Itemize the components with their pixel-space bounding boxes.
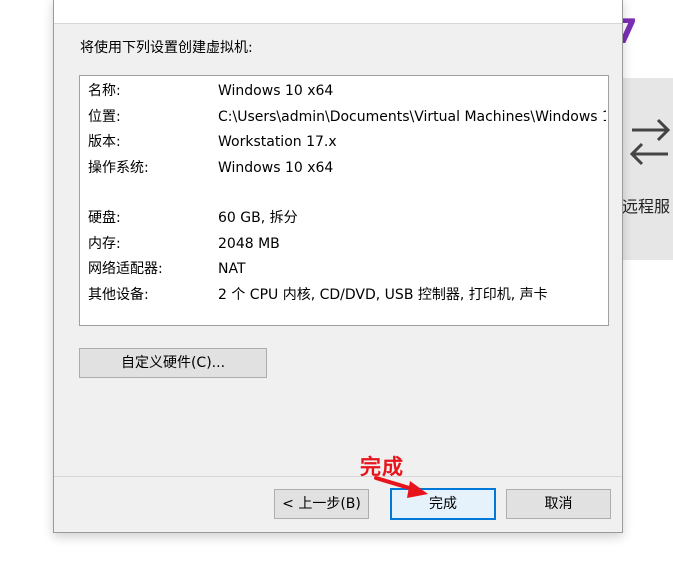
- dialog-header-area: [54, 0, 622, 24]
- summary-value: 2 个 CPU 内核, CD/DVD, USB 控制器, 打印机, 声卡: [218, 287, 548, 303]
- summary-key: 内存:: [88, 236, 121, 252]
- footer-divider: [54, 476, 622, 477]
- cancel-button[interactable]: 取消: [506, 489, 611, 519]
- swap-arrows-icon: [629, 118, 671, 166]
- summary-key: 硬盘:: [88, 210, 121, 226]
- summary-key: 网络适配器:: [88, 261, 163, 277]
- new-vm-wizard-dialog: 将使用下列设置创建虚拟机: 名称: Windows 10 x64 位置: C:\…: [53, 0, 623, 533]
- intro-text: 将使用下列设置创建虚拟机:: [80, 40, 253, 56]
- summary-key: 名称:: [88, 83, 121, 99]
- remote-service-label: 远程服: [622, 197, 671, 216]
- summary-value: Workstation 17.x: [218, 134, 337, 150]
- summary-key: 版本:: [88, 134, 121, 150]
- summary-value: Windows 10 x64: [218, 160, 334, 176]
- summary-key: 位置:: [88, 109, 121, 125]
- summary-key: 操作系统:: [88, 160, 149, 176]
- summary-key: 其他设备:: [88, 287, 149, 303]
- summary-value: 2048 MB: [218, 236, 280, 252]
- summary-value: Windows 10 x64: [218, 83, 334, 99]
- summary-value: 60 GB, 拆分: [218, 210, 298, 226]
- back-button[interactable]: < 上一步(B): [274, 489, 369, 519]
- summary-value: C:\Users\admin\Documents\Virtual Machine…: [218, 109, 606, 125]
- customize-hardware-button[interactable]: 自定义硬件(C)...: [79, 348, 267, 378]
- background-remote-panel[interactable]: 远程服: [622, 78, 673, 260]
- vm-settings-summary: 名称: Windows 10 x64 位置: C:\Users\admin\Do…: [79, 75, 609, 326]
- summary-value: NAT: [218, 261, 246, 277]
- red-arrow-icon: [374, 476, 428, 498]
